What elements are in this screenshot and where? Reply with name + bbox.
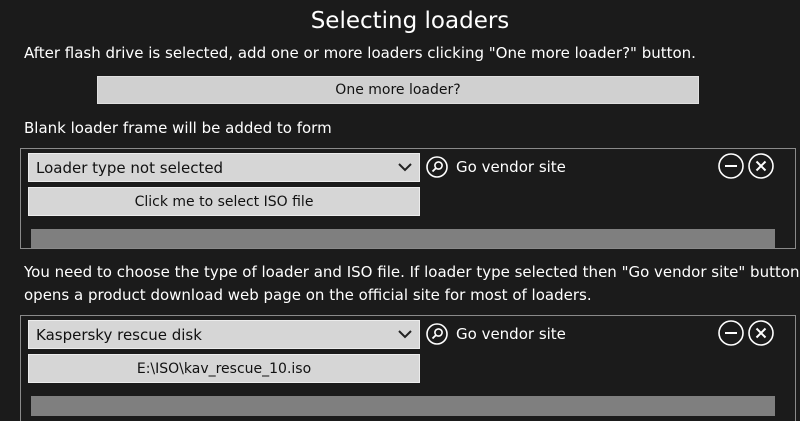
loader-frame-1: Loader type not selected Go vendor site … (20, 148, 796, 249)
loader-type-value: Loader type not selected (36, 158, 224, 177)
go-vendor-site-label: Go vendor site (456, 325, 566, 343)
loader-type-value: Kaspersky rescue disk (36, 325, 202, 344)
selected-iso-button[interactable]: E:\ISO\kav_rescue_10.iso (28, 354, 420, 383)
explain-text-line1: You need to choose the type of loader an… (24, 263, 800, 281)
search-icon (426, 323, 448, 345)
go-vendor-site-label: Go vendor site (456, 158, 566, 176)
loader-progress-bar (31, 229, 775, 248)
page-title: Selecting loaders (310, 8, 510, 34)
minus-icon[interactable] (718, 153, 744, 179)
explain-text-line2: opens a product download web page on the… (24, 286, 592, 304)
go-vendor-site-button[interactable]: Go vendor site (426, 322, 566, 346)
loader-type-select[interactable]: Loader type not selected (28, 153, 420, 182)
chevron-down-icon (398, 163, 412, 172)
chevron-down-icon (398, 330, 412, 339)
loader-frame-2: Kaspersky rescue disk Go vendor site E:\… (20, 315, 796, 421)
go-vendor-site-button[interactable]: Go vendor site (426, 155, 566, 179)
loader-wizard-page: Selecting loaders After flash drive is s… (0, 0, 800, 421)
blank-frame-note: Blank loader frame will be added to form (24, 119, 332, 137)
loader-type-select[interactable]: Kaspersky rescue disk (28, 320, 420, 349)
close-icon[interactable] (748, 153, 774, 179)
minus-icon[interactable] (718, 320, 744, 346)
intro-text: After flash drive is selected, add one o… (24, 44, 696, 62)
search-icon (426, 156, 448, 178)
one-more-loader-button[interactable]: One more loader? (97, 76, 699, 104)
select-iso-button[interactable]: Click me to select ISO file (28, 187, 420, 216)
loader-progress-bar (31, 396, 775, 416)
close-icon[interactable] (748, 320, 774, 346)
